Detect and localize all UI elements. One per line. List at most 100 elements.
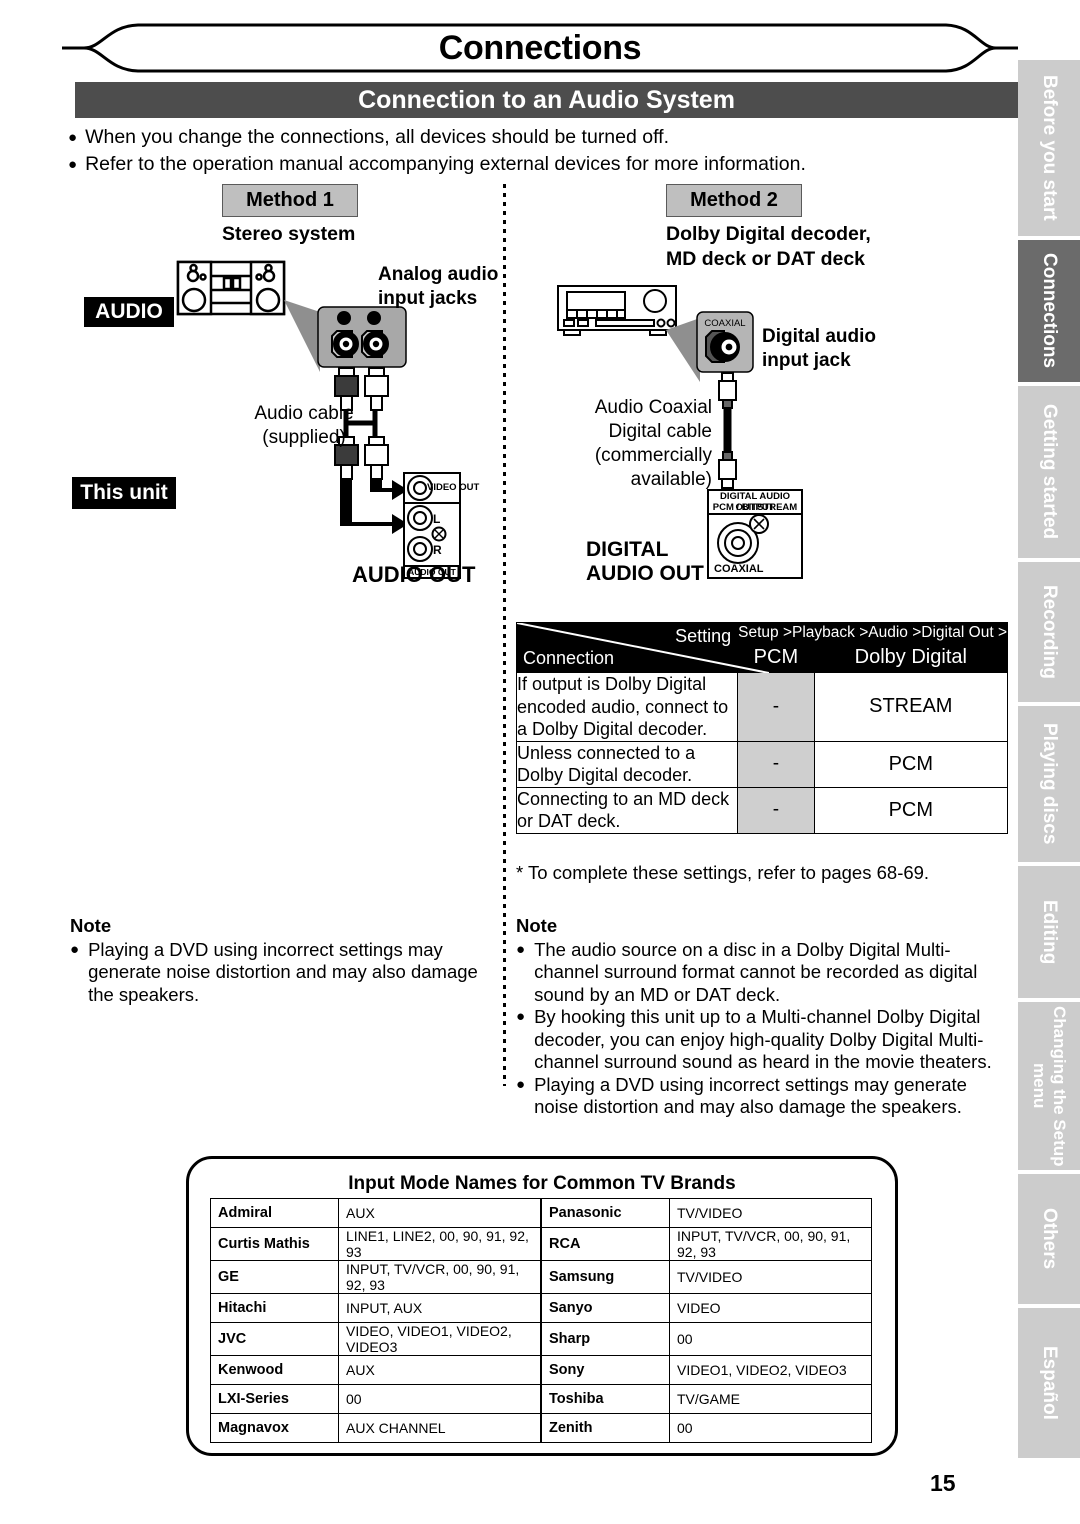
section-heading: Connection to an Audio System — [75, 82, 1018, 118]
brand-input-modes: VIDEO, VIDEO1, VIDEO2, VIDEO3 — [338, 1322, 541, 1356]
section-tab-changing-the-setup-menu[interactable]: Changing the Setup menu — [1018, 1002, 1080, 1170]
brand-name: Magnavox — [210, 1413, 339, 1443]
method-2-subtitle: Dolby Digital decoder, MD deck or DAT de… — [666, 223, 871, 270]
digital-input-jack-label: Digital audio input jack — [762, 326, 876, 371]
method-1-chip: Method 1 — [222, 184, 358, 217]
table-row: Connecting to an MD deck or DAT deck. - … — [515, 786, 1009, 834]
section-tab-editing[interactable]: Editing — [1018, 866, 1080, 998]
section-tab-connections[interactable]: Connections — [1018, 240, 1080, 382]
table-row: JVC VIDEO, VIDEO1, VIDEO2, VIDEO3 Sharp 00 — [210, 1322, 872, 1356]
table-row: GE INPUT, TV/VCR, 00, 90, 91, 92, 93 Samsu… — [210, 1260, 872, 1294]
column-divider — [503, 184, 506, 1086]
method-1-subtitle: Stereo system — [222, 223, 356, 245]
section-tab-espa-ol[interactable]: Español — [1018, 1308, 1080, 1458]
brand-input-modes: INPUT, AUX — [338, 1293, 541, 1323]
table-corner-cell: Setting Connection — [515, 622, 769, 673]
brand-input-modes: 00 — [669, 1413, 872, 1443]
section-tab-playing-discs[interactable]: Playing discs — [1018, 706, 1080, 862]
row-dolby-value: PCM — [813, 786, 1009, 834]
brand-name: RCA — [541, 1227, 670, 1261]
manual-page: Connections Connection to an Audio Syste… — [0, 0, 1080, 1524]
note-item: ● Playing a DVD using incorrect settings … — [70, 938, 478, 1005]
coaxial-jack-tag: COAXIAL — [704, 318, 746, 329]
method-2-chip: Method 2 — [666, 184, 802, 217]
col-header-dolby: Dolby Digital — [813, 642, 1009, 674]
panel-r-label: R — [433, 543, 442, 557]
brand-input-modes: TV/GAME — [669, 1384, 872, 1414]
brand-input-modes: AUX CHANNEL — [338, 1413, 541, 1443]
setting-corner-label: Setting — [675, 626, 732, 646]
brand-name: Admiral — [210, 1198, 339, 1228]
brand-name: Samsung — [541, 1260, 670, 1294]
row-dolby-value: STREAM — [813, 672, 1009, 742]
brand-table-title: Input Mode Names for Common TV Brands — [348, 1173, 736, 1194]
coaxial-cable-label: Audio Coaxial Digital cable (commerciall… — [594, 397, 712, 490]
table-row: Kenwood AUX Sony VIDEO1, VIDEO2, VIDEO3 — [210, 1355, 872, 1385]
setting-table-footnote: * To complete these settings, refer to p… — [516, 862, 930, 883]
video-out-label: VIDEO OUT — [427, 482, 480, 493]
brand-input-modes: TV/VIDEO — [669, 1198, 872, 1228]
brand-name: GE — [210, 1260, 339, 1294]
section-tab-before-you-start[interactable]: Before you start — [1018, 60, 1080, 236]
table-row: If output is Dolby Digital encoded audio… — [515, 672, 1009, 742]
note-right: Note ● The audio source on a disc in a Do… — [516, 915, 1012, 1119]
setup-path-header: Setup >Playback >Audio >Digital Out > — [737, 622, 1008, 644]
note-item: ● By hooking this unit up to a Multi-chan… — [516, 1006, 992, 1072]
section-tab-others[interactable]: Others — [1018, 1174, 1080, 1304]
brand-input-modes: LINE1, LINE2, 00, 90, 91, 92, 93 — [338, 1227, 541, 1261]
digital-audio-out-heading: DIGITAL AUDIO OUT — [586, 538, 704, 585]
brand-input-modes: VIDEO — [669, 1293, 872, 1323]
connection-corner-label: Connection — [523, 648, 615, 668]
brand-name: Sony — [541, 1355, 670, 1385]
row-pcm-value: - — [737, 672, 815, 742]
section-tab-getting-started[interactable]: Getting started — [1018, 386, 1080, 558]
brand-name: JVC — [210, 1322, 339, 1356]
audio-tag: AUDIO — [84, 297, 174, 327]
bullet-icon: ● — [516, 1008, 526, 1025]
brand-name: LXI-Series — [210, 1384, 339, 1414]
note-header: Note — [516, 915, 558, 936]
brand-name: Panasonic — [541, 1198, 670, 1228]
audio-cable-label: Audio cable (supplied) — [254, 403, 354, 448]
bullet-icon: ● — [68, 156, 78, 173]
row-connection: If output is Dolby Digital encoded audio… — [515, 672, 739, 742]
table-row: Magnavox AUX CHANNEL Zenith 00 — [210, 1413, 872, 1443]
brand-name: Sharp — [541, 1322, 670, 1356]
table-row: Admiral AUX Panasonic TV/VIDEO — [210, 1198, 872, 1228]
table-header-row: Setting Connection Setup >Playback >Audi… — [515, 622, 1008, 673]
brand-table: Admiral AUX Panasonic TV/VIDEO Curtis Mathis… — [210, 1198, 872, 1443]
brand-input-modes: INPUT, TV/VCR, 00, 90, 91, 92, 93 — [669, 1227, 872, 1261]
table-row: LXI-Series 00 Toshiba TV/GAME — [210, 1384, 872, 1414]
brand-name: Toshiba — [541, 1384, 670, 1414]
page-banner: Connections — [62, 22, 1018, 74]
row-connection: Connecting to an MD deck or DAT deck. — [515, 786, 739, 834]
note-header: Note — [70, 915, 112, 936]
row-dolby-value: PCM — [813, 740, 1009, 788]
panel-coaxial-label: COAXIAL — [714, 563, 764, 575]
brand-input-modes: 00 — [669, 1322, 872, 1356]
table-row: Hitachi INPUT, AUX Sanyo VIDEO — [210, 1293, 872, 1323]
brand-name: Kenwood — [210, 1355, 339, 1385]
brand-input-modes: INPUT, TV/VCR, 00, 90, 91, 92, 93 — [338, 1260, 541, 1294]
row-connection: Unless connected to a Dolby Digital deco… — [515, 740, 739, 788]
table-row: Unless connected to a Dolby Digital deco… — [515, 740, 1009, 788]
bullet-icon: ● — [70, 940, 80, 958]
intro-bullets: ● When you change the connections, all de… — [68, 124, 1008, 178]
table-row: Curtis Mathis LINE1, LINE2, 00, 90, 91, 9… — [210, 1227, 872, 1261]
brand-name: Zenith — [541, 1413, 670, 1443]
note-left: Note ● Playing a DVD using incorrect sett… — [70, 915, 490, 1006]
section-tab-label: Changing the Setup menu — [1030, 1005, 1069, 1167]
brand-input-modes: TV/VIDEO — [669, 1260, 872, 1294]
section-tabs: Before you start Connections Getting start… — [1018, 0, 1080, 1524]
note-item: ● Playing a DVD using incorrect settings … — [516, 1073, 967, 1118]
section-tab-recording[interactable]: Recording — [1018, 562, 1080, 702]
brand-input-modes: VIDEO1, VIDEO2, VIDEO3 — [669, 1355, 872, 1385]
intro-bullet: ● Refer to the operation manual accompany… — [68, 151, 1008, 178]
brand-name: Sanyo — [541, 1293, 670, 1323]
brand-name: Curtis Mathis — [210, 1227, 339, 1261]
audio-out-heading: AUDIO OUT — [352, 562, 476, 587]
this-unit-tag: This unit — [72, 477, 176, 509]
pcm-bitstream-label: PCM / BITSTREAM — [712, 502, 798, 513]
note-item: ● The audio source on a disc in a Dolby D… — [516, 938, 978, 1005]
bullet-icon: ● — [516, 1075, 526, 1093]
